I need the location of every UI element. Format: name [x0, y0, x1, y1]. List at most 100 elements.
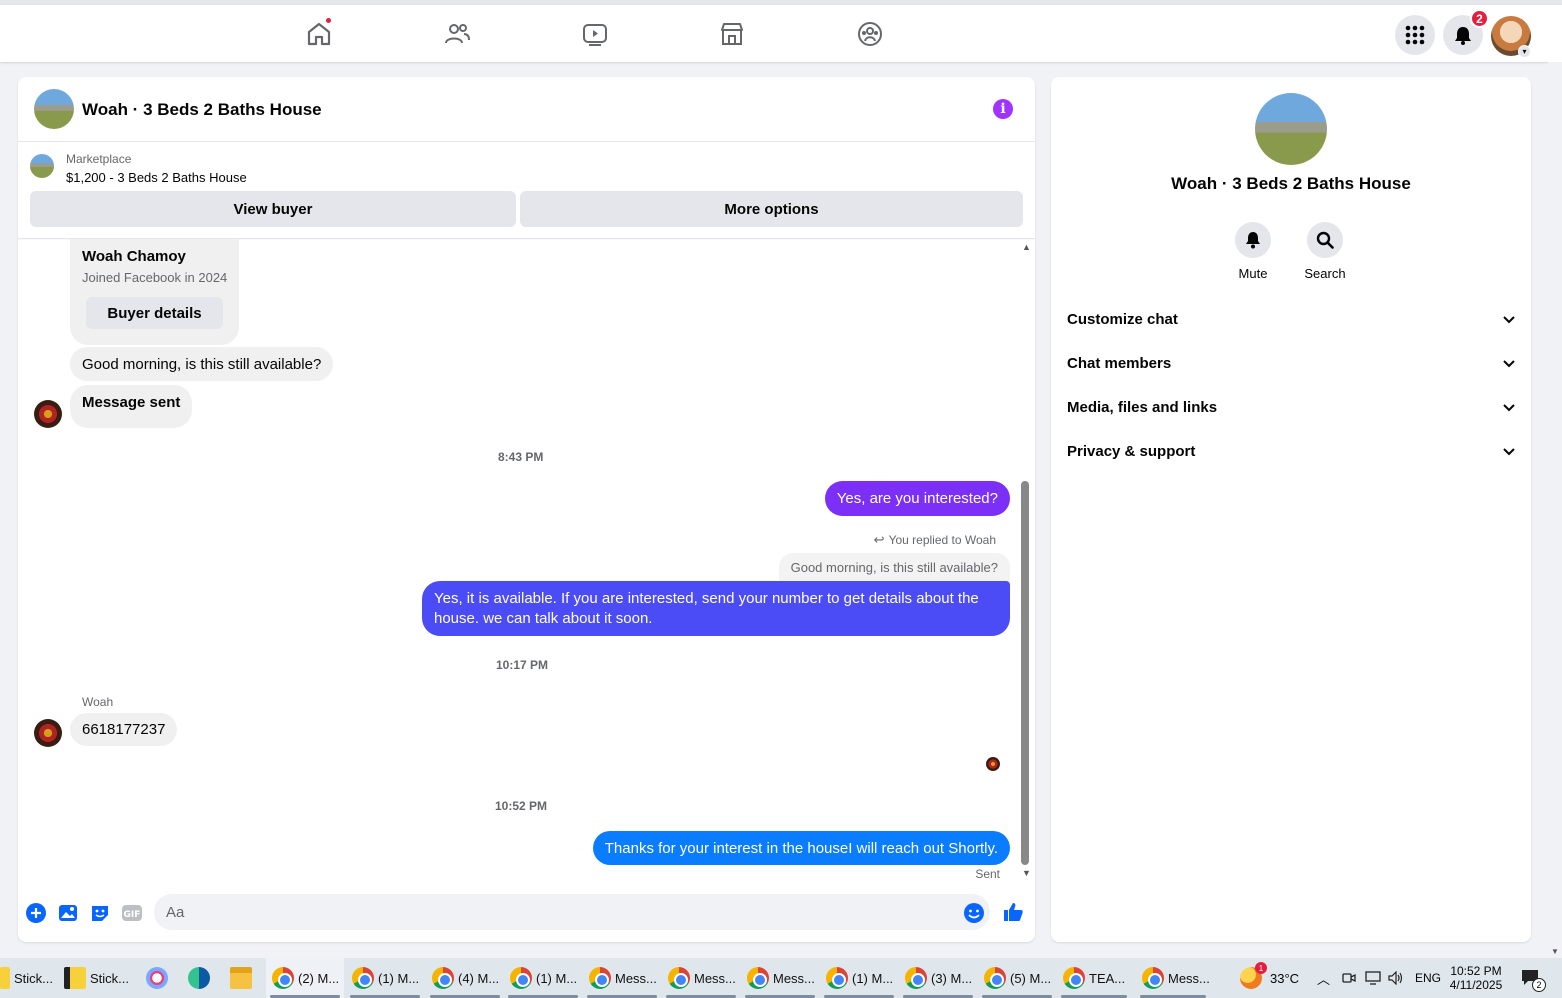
timestamp: 10:52 PM — [495, 799, 548, 813]
edge-icon — [188, 967, 210, 989]
reply-note-text: You replied to Woah — [888, 533, 996, 547]
notifications-count-badge: 2 — [1470, 9, 1489, 28]
chat-title[interactable]: Woah · 3 Beds 2 Baths House — [82, 100, 322, 120]
taskbar-item[interactable]: Mess... — [583, 958, 661, 998]
message-outgoing[interactable]: Yes, are you interested? — [824, 481, 1010, 516]
taskbar-item[interactable]: Stick... — [0, 958, 58, 998]
language-indicator[interactable]: ENG — [1415, 958, 1441, 998]
buyer-avatar[interactable] — [34, 400, 62, 428]
sticker-icon[interactable] — [90, 903, 110, 923]
message-outgoing[interactable]: Yes, it is available. If you are interes… — [422, 581, 1010, 636]
conversation-info-panel: Woah · 3 Beds 2 Baths House Mute Search … — [1051, 77, 1531, 942]
taskbar-item[interactable]: Mess... — [662, 958, 740, 998]
listing-thumbnail[interactable] — [30, 154, 54, 178]
chrome-icon — [272, 967, 294, 989]
more-options-button[interactable]: More options — [520, 191, 1023, 227]
taskbar-item-label: (1) M... — [536, 970, 578, 986]
grid-menu-button[interactable] — [1395, 15, 1435, 55]
bell-icon[interactable] — [1235, 222, 1271, 258]
svg-text:GIF: GIF — [124, 910, 141, 920]
chrome-icon — [826, 967, 848, 989]
customize-chat-section[interactable]: Customize chat — [1067, 303, 1515, 335]
chevron-down-icon — [1503, 355, 1515, 372]
friends-icon[interactable] — [443, 20, 471, 48]
privacy-support-section[interactable]: Privacy & support — [1067, 435, 1515, 467]
mute-action[interactable]: Mute — [1213, 222, 1293, 281]
listing-title[interactable]: $1,200 - 3 Beds 2 Baths House — [66, 170, 247, 185]
message-incoming[interactable]: 6618177237 — [70, 713, 178, 746]
chrome-icon — [1063, 967, 1085, 989]
scroll-up-arrow-icon[interactable]: ▲ — [1022, 242, 1031, 252]
media-files-links-section[interactable]: Media, files and links — [1067, 391, 1515, 423]
reply-arrow-icon: ↩ — [873, 532, 885, 547]
taskbar-item[interactable]: TEA... — [1057, 958, 1131, 998]
listing-avatar[interactable] — [34, 89, 74, 129]
chevron-down-icon[interactable]: ▾ — [1518, 45, 1531, 58]
chrome-icon — [668, 967, 690, 989]
chrome-icon — [905, 967, 927, 989]
info-icon[interactable]: i — [993, 99, 1013, 119]
gif-icon[interactable]: GIF — [122, 903, 142, 923]
emoji-icon[interactable] — [963, 902, 984, 923]
chevron-down-icon — [1503, 443, 1515, 460]
taskbar-item[interactable]: (3) M... — [899, 958, 977, 998]
groups-icon[interactable] — [856, 20, 884, 48]
taskbar-item[interactable]: Mess... — [1136, 958, 1210, 998]
network-icon[interactable] — [1365, 958, 1381, 998]
notifications-button[interactable]: 2 — [1443, 9, 1489, 55]
search-action[interactable]: Search — [1285, 222, 1365, 281]
taskbar-item-label: (3) M... — [931, 970, 973, 986]
notification-center-button[interactable]: 2 — [1520, 958, 1546, 998]
chat-members-section[interactable]: Chat members — [1067, 347, 1515, 379]
listing-large-avatar[interactable] — [1255, 93, 1327, 165]
taskbar-item[interactable]: (2) M... — [266, 958, 344, 998]
view-buyer-button[interactable]: View buyer — [30, 191, 516, 227]
taskbar-item[interactable] — [230, 958, 260, 998]
thumbs-up-icon[interactable] — [1002, 901, 1024, 923]
taskbar-item[interactable]: (5) M... — [978, 958, 1056, 998]
volume-icon[interactable] — [1388, 958, 1404, 998]
taskbar-item[interactable]: (1) M... — [504, 958, 582, 998]
taskbar-item-label: (1) M... — [852, 970, 894, 986]
taskbar-item[interactable]: (1) M... — [346, 958, 424, 998]
search-label: Search — [1304, 266, 1346, 281]
watch-icon[interactable] — [581, 20, 609, 48]
buyer-avatar[interactable] — [34, 719, 62, 747]
photo-icon[interactable] — [58, 903, 78, 923]
scroll-down-arrow-icon[interactable]: ▼ — [1022, 868, 1031, 878]
taskbar-item[interactable]: Stick... — [64, 958, 134, 998]
taskbar-item[interactable]: Mess... — [741, 958, 819, 998]
message-input[interactable]: Aa — [154, 894, 990, 930]
camera-icon[interactable] — [1342, 958, 1356, 998]
message-outgoing[interactable]: Thanks for your interest in the houseI w… — [592, 831, 1010, 865]
weather-icon: 1 — [1240, 962, 1267, 989]
taskbar-item[interactable] — [188, 958, 218, 998]
weather-widget[interactable]: 1 33°C — [1240, 958, 1299, 998]
home-icon[interactable] — [305, 16, 333, 48]
scrollbar-thumb[interactable] — [1021, 481, 1029, 865]
timestamp: 8:43 PM — [498, 450, 544, 464]
clock[interactable]: 10:52 PM 4/11/2025 — [1448, 958, 1504, 998]
search-icon[interactable] — [1307, 222, 1343, 258]
taskbar-item-label: (1) M... — [378, 970, 420, 986]
clock-date: 4/11/2025 — [1449, 978, 1503, 992]
bell-icon — [1455, 27, 1471, 45]
message-incoming[interactable]: Good morning, is this still available? — [70, 347, 334, 381]
taskbar-item[interactable]: (4) M... — [426, 958, 504, 998]
section-label: Customize chat — [1067, 310, 1178, 328]
plus-icon[interactable] — [26, 903, 46, 923]
taskbar-item[interactable]: (1) M... — [820, 958, 898, 998]
buyer-details-button[interactable]: Buyer details — [86, 297, 223, 329]
chrome-icon — [432, 967, 454, 989]
show-hidden-icons-button[interactable]: ︿ — [1317, 958, 1330, 998]
chrome-icon — [352, 967, 374, 989]
taskbar-item-label: Mess... — [1168, 970, 1210, 986]
taskbar-item[interactable] — [146, 958, 176, 998]
page-scrollbar[interactable]: ▼ — [1548, 62, 1562, 958]
marketplace-icon[interactable] — [718, 20, 746, 48]
message-incoming[interactable]: Message sent — [70, 385, 193, 428]
top-navigation-bar: 2 ▾ — [0, 0, 1562, 62]
chevron-down-icon — [1503, 311, 1515, 328]
quoted-message[interactable]: Good morning, is this still available? — [778, 553, 1010, 583]
page-scroll-down-icon[interactable]: ▼ — [1551, 947, 1559, 956]
